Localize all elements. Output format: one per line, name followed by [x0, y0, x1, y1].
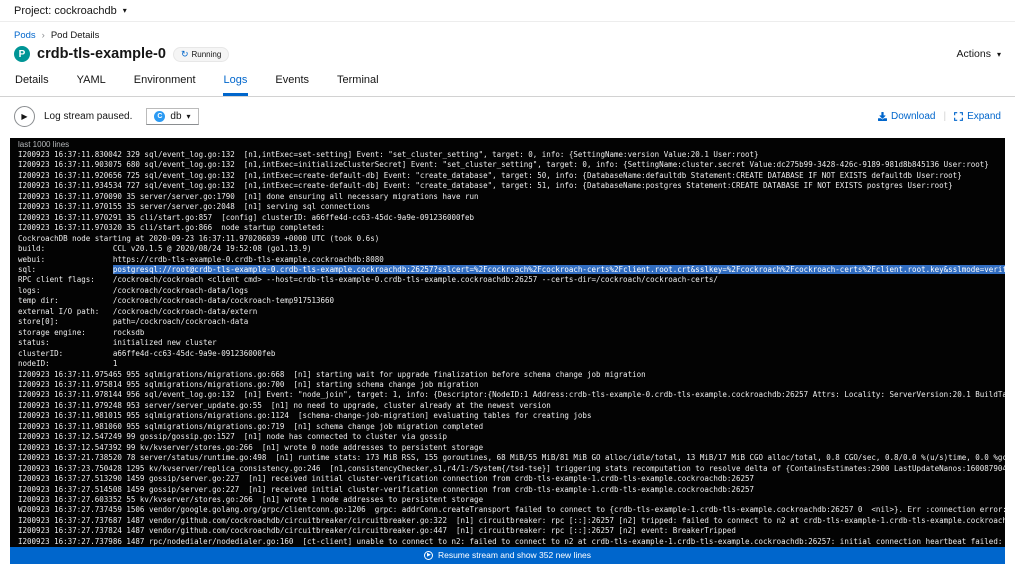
tab-bar: Details YAML Environment Logs Events Terminal: [0, 74, 1015, 97]
log-scroll-area[interactable]: I200923 16:37:11.830042 329 sql/event_lo…: [10, 150, 1005, 547]
log-line: I200923 16:37:27.737986 1487 rpc/nodedia…: [18, 537, 1005, 547]
log-line: I200923 16:37:11.970291 35 cli/start.go:…: [18, 213, 1005, 223]
container-badge-icon: C: [154, 111, 165, 122]
log-line: storage engine: rocksdb: [18, 328, 1005, 338]
play-circle-icon: ▶: [424, 551, 433, 560]
stream-status-text: Log stream paused.: [44, 111, 132, 122]
pod-badge-icon: P: [14, 46, 30, 62]
log-line: I200923 16:37:11.975465 955 sqlmigration…: [18, 370, 1005, 380]
status-badge-label: Running: [191, 50, 221, 59]
play-button[interactable]: ▶: [14, 106, 35, 127]
log-line: W200923 16:37:27.737459 1506 vendor/goog…: [18, 505, 1005, 515]
log-line-count: last 1000 lines: [10, 138, 1005, 150]
chevron-down-icon: ▾: [997, 50, 1001, 59]
log-line: I200923 16:37:11.975814 955 sqlmigration…: [18, 380, 1005, 390]
log-line: I200923 16:37:23.750428 1295 kv/kvserver…: [18, 464, 1005, 474]
expand-button[interactable]: Expand: [954, 111, 1001, 122]
sync-icon: ↻: [181, 49, 189, 60]
log-line: status: initialized new cluster: [18, 338, 1005, 348]
log-line: I200923 16:37:27.514508 1459 gossip/serv…: [18, 485, 1005, 495]
log-line: CockroachDB node starting at 2020-09-23 …: [18, 234, 1005, 244]
download-label: Download: [891, 111, 935, 122]
log-line: I200923 16:37:11.979248 953 server/serve…: [18, 401, 1005, 411]
download-icon: [878, 112, 887, 121]
log-line: sql: postgresql://root@crdb-tls-example-…: [18, 265, 1005, 275]
log-line: nodeID: 1: [18, 359, 1005, 369]
page-title: crdb-tls-example-0: [37, 46, 166, 62]
log-line: I200923 16:37:27.513290 1459 gossip/serv…: [18, 474, 1005, 484]
expand-label: Expand: [967, 111, 1001, 122]
log-line: I200923 16:37:27.603352 55 kv/kvserver/s…: [18, 495, 1005, 505]
log-line: store[0]: path=/cockroach/cockroach-data: [18, 317, 1005, 327]
log-line: logs: /cockroach/cockroach-data/logs: [18, 286, 1005, 296]
project-selector-label: Project: cockroachdb: [14, 5, 117, 17]
chevron-down-icon: ▾: [187, 112, 191, 121]
breadcrumb-pods-link[interactable]: Pods: [14, 30, 36, 41]
log-viewer: last 1000 lines I200923 16:37:11.830042 …: [10, 138, 1005, 564]
tab-details[interactable]: Details: [14, 74, 50, 96]
tab-environment[interactable]: Environment: [133, 74, 197, 96]
log-line: I200923 16:37:11.981060 955 sqlmigration…: [18, 422, 1005, 432]
project-selector[interactable]: Project: cockroachdb ▾: [14, 5, 127, 17]
log-line: I200923 16:37:11.970155 35 server/server…: [18, 202, 1005, 212]
log-line: webui: https://crdb-tls-example-0.crdb-t…: [18, 255, 1005, 265]
tab-events[interactable]: Events: [274, 74, 310, 96]
tab-logs[interactable]: Logs: [223, 74, 249, 96]
resume-stream-label: Resume stream and show 352 new lines: [438, 550, 591, 560]
log-line: I200923 16:37:11.981015 955 sqlmigration…: [18, 411, 1005, 421]
resume-stream-button[interactable]: ▶ Resume stream and show 352 new lines: [10, 547, 1005, 564]
log-line: clusterID: a66ffe4d-cc63-45dc-9a9e-09123…: [18, 349, 1005, 359]
download-button[interactable]: Download: [878, 111, 935, 122]
project-bar: Project: cockroachdb ▾: [0, 0, 1015, 22]
log-line: RPC client flags: /cockroach/cockroach <…: [18, 275, 1005, 285]
log-line: I200923 16:37:11.934534 727 sql/event_lo…: [18, 181, 1005, 191]
log-line: I200923 16:37:11.903075 680 sql/event_lo…: [18, 160, 1005, 170]
breadcrumb: Pods › Pod Details: [14, 30, 1001, 41]
log-line: I200923 16:37:11.970320 35 cli/start.go:…: [18, 223, 1005, 233]
toolbar-divider: |: [943, 111, 946, 122]
status-badge: ↻ Running: [173, 47, 229, 62]
tab-yaml[interactable]: YAML: [76, 74, 107, 96]
actions-dropdown[interactable]: Actions ▾: [957, 48, 1001, 60]
log-line: external I/O path: /cockroach/cockroach-…: [18, 307, 1005, 317]
breadcrumb-separator: ›: [42, 30, 45, 41]
container-select[interactable]: C db ▾: [146, 108, 198, 125]
log-line: I200923 16:37:27.737687 1487 vendor/gith…: [18, 516, 1005, 526]
chevron-down-icon: ▾: [123, 6, 127, 15]
tab-terminal[interactable]: Terminal: [336, 74, 380, 96]
log-line: I200923 16:37:21.738520 78 server/status…: [18, 453, 1005, 463]
container-select-value: db: [170, 111, 181, 122]
actions-label: Actions: [957, 48, 991, 60]
log-line: I200923 16:37:12.547392 99 kv/kvserver/s…: [18, 443, 1005, 453]
log-line: I200923 16:37:11.830042 329 sql/event_lo…: [18, 150, 1005, 160]
log-line: I200923 16:37:11.920656 725 sql/event_lo…: [18, 171, 1005, 181]
breadcrumb-current: Pod Details: [51, 30, 100, 41]
log-toolbar: ▶ Log stream paused. C db ▾ Download | E…: [0, 97, 1015, 136]
log-line: build: CCL v20.1.5 @ 2020/08/24 19:52:08…: [18, 244, 1005, 254]
log-line: I200923 16:37:27.737824 1487 vendor/gith…: [18, 526, 1005, 536]
log-line: I200923 16:37:12.547249 99 gossip/gossip…: [18, 432, 1005, 442]
log-line: I200923 16:37:11.970090 35 server/server…: [18, 192, 1005, 202]
log-line: I200923 16:37:11.978144 956 sql/event_lo…: [18, 390, 1005, 400]
expand-icon: [954, 112, 963, 121]
page-header: P crdb-tls-example-0 ↻ Running Actions ▾: [14, 46, 1001, 62]
log-line: temp dir: /cockroach/cockroach-data/cock…: [18, 296, 1005, 306]
selected-log-text: postgresql://root@crdb-tls-example-0.crd…: [113, 265, 1005, 274]
page: { "topbar": { "project_label": "Project:…: [0, 0, 1015, 580]
